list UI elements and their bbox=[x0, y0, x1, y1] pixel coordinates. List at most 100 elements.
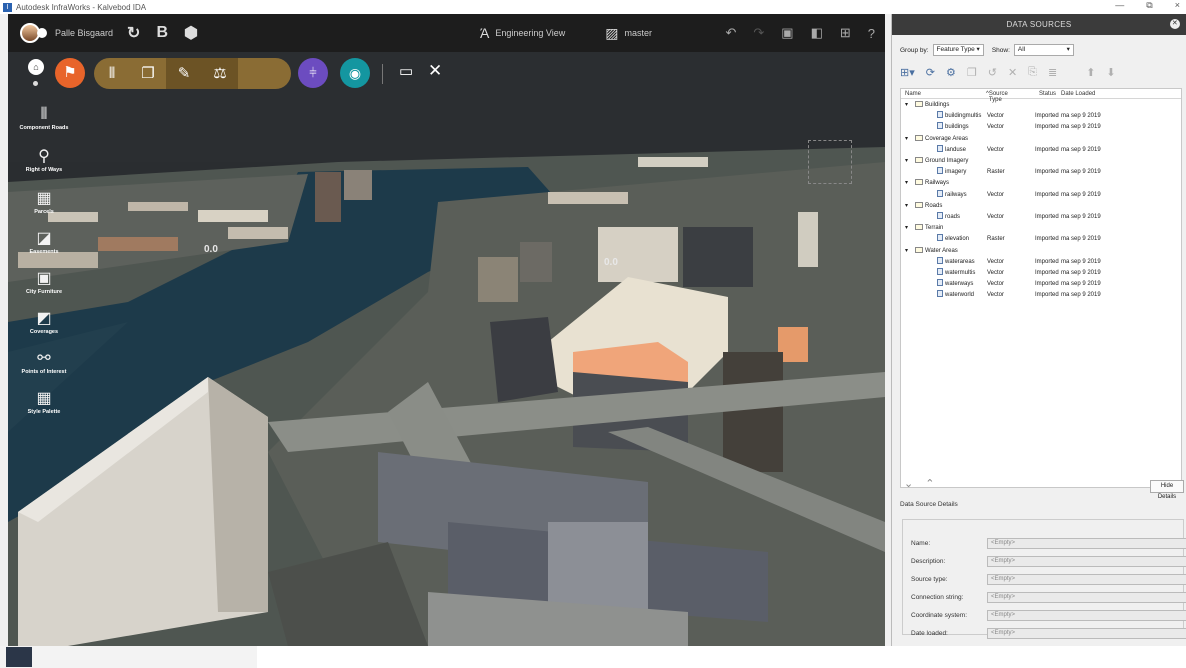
user-name[interactable]: Palle Bisgaard bbox=[55, 28, 113, 38]
expand-arrow-icon[interactable]: ▾ bbox=[905, 100, 908, 111]
display-icon[interactable]: ▭ bbox=[399, 62, 413, 80]
panel-toggle-icon[interactable]: ▣ bbox=[781, 25, 793, 41]
settings-tools-icon[interactable]: ✕ bbox=[428, 61, 442, 81]
tree-group-row[interactable]: ▾ Buildings bbox=[905, 100, 1175, 111]
file-icon bbox=[937, 122, 943, 130]
detail-value[interactable]: <Empty> bbox=[987, 610, 1186, 621]
remove-source-icon[interactable]: ✕ bbox=[1008, 66, 1017, 79]
tree-item-row[interactable]: elevation Raster Imported ma sep 9 2019 bbox=[905, 234, 1175, 245]
parcels-tool[interactable]: ▦ Parcels bbox=[8, 190, 80, 215]
design-tools-button[interactable]: ⚑ bbox=[55, 58, 85, 88]
road-style-icon[interactable] bbox=[238, 58, 290, 89]
tree-group-row[interactable]: ▾ Water Areas bbox=[905, 246, 1175, 257]
show-select[interactable]: All ▾ bbox=[1013, 44, 1074, 56]
city-scene bbox=[8, 52, 885, 646]
tree-item-row[interactable]: buildingmultis Vector Imported ma sep 9 201… bbox=[905, 111, 1175, 122]
tree-group-row[interactable]: ▾ Railways bbox=[905, 178, 1175, 189]
detail-value[interactable]: <Empty> bbox=[987, 592, 1186, 603]
configure-source-icon[interactable]: ⚙ bbox=[946, 66, 956, 79]
expand-arrow-icon[interactable]: ▾ bbox=[905, 134, 908, 145]
close-button[interactable]: × bbox=[1175, 0, 1180, 11]
hide-details-button[interactable]: Hide Details bbox=[1150, 480, 1184, 500]
column-header[interactable]: ^ Source Type bbox=[986, 91, 1008, 103]
group-label: Railways bbox=[915, 178, 949, 189]
tree-item-row[interactable]: watermultis Vector Imported ma sep 9 2019 bbox=[905, 268, 1175, 279]
style-palette-tool[interactable]: ▦ Style Palette bbox=[8, 390, 80, 415]
add-source-icon[interactable]: ⊞▾ bbox=[900, 66, 915, 79]
tree-group-row[interactable]: ▾ Roads bbox=[905, 201, 1175, 212]
column-header[interactable]: Status bbox=[1039, 91, 1056, 97]
tree-item-row[interactable]: roads Vector Imported ma sep 9 2019 bbox=[905, 212, 1175, 223]
reimport-icon[interactable]: ↺ bbox=[988, 66, 997, 79]
expand-arrow-icon[interactable]: ▾ bbox=[905, 201, 908, 212]
properties-icon[interactable]: ≣ bbox=[1048, 66, 1057, 79]
upload-icon[interactable]: ⬆ bbox=[1086, 66, 1095, 79]
expand-arrow-icon[interactable]: ▾ bbox=[905, 178, 908, 189]
detail-value[interactable]: <Empty> bbox=[987, 556, 1186, 567]
expand-arrow-icon[interactable]: ▾ bbox=[905, 156, 908, 167]
file-icon bbox=[937, 279, 943, 287]
right-of-ways-tool[interactable]: ⚲ Right of Ways bbox=[8, 148, 80, 173]
viewport-toolbar: ⌂ ⚑ ⫴ ❐ ✎ ⚖ ⫩ ◉ ▭ ✕ bbox=[8, 52, 885, 96]
balance-tool-icon[interactable]: ⚖ bbox=[202, 58, 238, 89]
detail-value[interactable]: <Empty> bbox=[987, 538, 1186, 549]
settings-dot-icon[interactable] bbox=[33, 81, 38, 86]
group-label: Terrain bbox=[915, 223, 943, 234]
layout-icon[interactable]: ◧ bbox=[811, 25, 823, 41]
undo-icon[interactable]: ↶ bbox=[725, 25, 736, 41]
close-panel-icon[interactable]: ✕ bbox=[1170, 19, 1180, 29]
copy-tool-icon[interactable]: ❐ bbox=[130, 58, 166, 89]
detail-value[interactable]: <Empty> bbox=[987, 574, 1186, 585]
component-roads-tool[interactable]: ⫴ Component Roads bbox=[8, 106, 80, 131]
tree-item-row[interactable]: imagery Raster Imported ma sep 9 2019 bbox=[905, 167, 1175, 178]
redo-icon[interactable]: ↷ bbox=[753, 25, 764, 41]
grid-icon[interactable]: ⊞ bbox=[840, 25, 851, 41]
download-icon[interactable]: ⬇ bbox=[1106, 66, 1115, 79]
view-cube[interactable] bbox=[808, 140, 852, 184]
sync-icon[interactable]: ↻ bbox=[127, 23, 140, 43]
branch-label[interactable]: master bbox=[624, 28, 652, 38]
sketch-tool-icon[interactable]: ✎ bbox=[166, 58, 202, 89]
column-header[interactable]: Date Loaded bbox=[1061, 91, 1095, 97]
restore-button[interactable]: ⧉ bbox=[1146, 0, 1152, 11]
road-tool-icon[interactable]: ⫴ bbox=[94, 58, 130, 89]
panel-toolbar: ⊞▾ ⟳ ⚙ ❐ ↺ ✕ ⎘ ≣ ⬆ ⬇ bbox=[900, 63, 1185, 81]
tree-item-row[interactable]: buildings Vector Imported ma sep 9 2019 bbox=[905, 122, 1175, 133]
3d-viewport[interactable]: 0.0 0.0 bbox=[8, 52, 885, 646]
detail-value[interactable]: <Empty> bbox=[987, 628, 1186, 639]
tree-group-row[interactable]: ▾ Coverage Areas bbox=[905, 134, 1175, 145]
model-icon[interactable]: ⬢ bbox=[184, 23, 198, 43]
source-date: ma sep 9 2019 bbox=[1061, 214, 1101, 220]
tree-item-row[interactable]: waterways Vector Imported ma sep 9 2019 bbox=[905, 279, 1175, 290]
tree-item-row[interactable]: waterareas Vector Imported ma sep 9 2019 bbox=[905, 256, 1175, 268]
expand-arrow-icon[interactable]: ▾ bbox=[905, 223, 908, 234]
present-button[interactable]: ◉ bbox=[340, 58, 370, 88]
coverages-tool[interactable]: ◩ Coverages bbox=[8, 310, 80, 335]
export-icon[interactable]: ⎘ bbox=[1028, 66, 1037, 79]
help-icon[interactable]: ? bbox=[868, 26, 875, 41]
easements-tool[interactable]: ◪ Easements bbox=[8, 230, 80, 255]
parcel-icon: ▦ bbox=[36, 190, 52, 207]
source-date: ma sep 9 2019 bbox=[1061, 146, 1101, 153]
tree-item-row[interactable]: railways Vector Imported ma sep 9 2019 bbox=[905, 189, 1175, 201]
tree-group-row[interactable]: ▾ Terrain bbox=[905, 223, 1175, 234]
expand-arrow-icon[interactable]: ▾ bbox=[905, 246, 908, 257]
city-furniture-tool[interactable]: ▣ City Furniture bbox=[8, 270, 80, 295]
points-of-interest-tool[interactable]: ⚯ Points of Interest bbox=[8, 350, 80, 375]
tree-item-row[interactable]: landuse Vector Imported ma sep 9 2019 bbox=[905, 144, 1175, 156]
minimize-button[interactable]: — bbox=[1115, 0, 1124, 11]
analyze-button[interactable]: ⫩ bbox=[298, 58, 328, 88]
view-label[interactable]: Engineering View bbox=[495, 28, 565, 38]
style-palette-icon: ▦ bbox=[36, 390, 52, 407]
tree-group-row[interactable]: ▾ Ground Imagery bbox=[905, 156, 1175, 167]
collapse-expand-icons[interactable]: ⌄⌃ bbox=[904, 477, 946, 490]
tree-item-row[interactable]: waterworld Vector Imported ma sep 9 2019 bbox=[905, 290, 1175, 301]
taskbar-thumbnail[interactable] bbox=[6, 647, 32, 667]
group-by-select[interactable]: Feature Type ▾ bbox=[932, 44, 984, 56]
window-title: Autodesk InfraWorks - Kalvebod IDA bbox=[16, 2, 147, 12]
edit-source-icon[interactable]: ❐ bbox=[967, 66, 977, 79]
home-icon[interactable]: ⌂ bbox=[28, 59, 44, 75]
column-header[interactable]: Name bbox=[905, 91, 921, 97]
bim360-icon[interactable]: B bbox=[156, 24, 168, 42]
refresh-source-icon[interactable]: ⟳ bbox=[926, 66, 935, 79]
